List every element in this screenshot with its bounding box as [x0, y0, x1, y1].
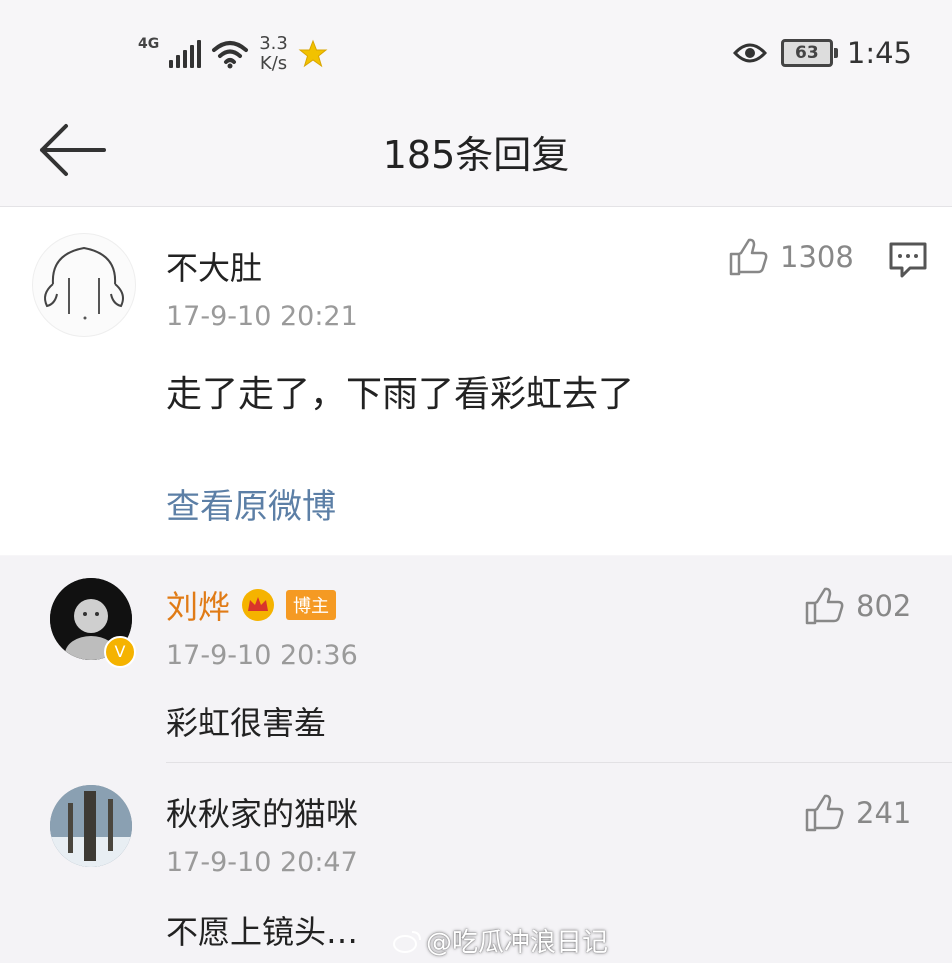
page-title: 185条回复: [382, 133, 570, 177]
speed-value: 3.3: [259, 33, 288, 54]
signal-icon: [169, 40, 202, 68]
speed-unit: K/s: [259, 53, 288, 74]
author-name[interactable]: 刘烨: [166, 582, 230, 628]
main-comment: 不大肚 17-9-10 20:21 走了走了，下雨了看彩虹去了 查看原微博 13…: [0, 207, 952, 555]
author-row: 刘烨 博主: [166, 582, 337, 628]
comment-text: 走了走了，下雨了看彩虹去了: [166, 374, 635, 415]
like-count: 1308: [780, 240, 854, 274]
like-count: 802: [856, 589, 912, 623]
reply-text: 不愿上镜头…: [166, 913, 359, 951]
wifi-icon: [212, 41, 249, 69]
view-original-link[interactable]: 查看原微博: [166, 479, 336, 528]
doodle-avatar-icon: [44, 246, 124, 320]
weibo-logo-icon: [393, 930, 421, 953]
network-speed: 3.3 K/s: [259, 34, 288, 74]
nav-bar: 185条回复: [0, 100, 952, 207]
status-left: 4G 3.3 K/s: [138, 34, 328, 74]
star-badge-icon: [298, 39, 328, 68]
watermark-text: @吃瓜冲浪日记: [426, 928, 609, 958]
thumbs-up-icon: [805, 587, 844, 625]
network-type: 4G: [138, 36, 160, 52]
eye-icon: [732, 43, 767, 63]
like-count: 241: [856, 796, 912, 830]
reply-list: V 刘烨 博主 17-9-10 20:36 彩虹很害羞 802 秋秋家的猫咪 1…: [0, 556, 952, 963]
watermark: @吃瓜冲浪日记: [392, 922, 608, 959]
crown-icon: [242, 589, 275, 621]
status-bar: 4G 3.3 K/s 63 1:45: [0, 0, 952, 100]
reply-text: 彩虹很害羞: [166, 704, 327, 742]
list-item: V 刘烨 博主 17-9-10 20:36 彩虹很害羞 802: [0, 556, 952, 761]
clock: 1:45: [846, 36, 912, 70]
avatar[interactable]: [50, 785, 132, 867]
battery-icon: 63: [780, 39, 838, 67]
status-right: 63 1:45: [732, 36, 912, 70]
tree-photo-icon: [50, 785, 132, 867]
author-name[interactable]: 秋秋家的猫咪: [166, 789, 358, 835]
thumbs-up-icon: [805, 794, 844, 832]
timestamp: 17-9-10 20:21: [166, 301, 358, 332]
timestamp: 17-9-10 20:36: [166, 640, 358, 671]
author-name[interactable]: 不大肚: [166, 243, 262, 289]
like-button[interactable]: 1308: [728, 237, 854, 277]
like-button[interactable]: 802: [804, 586, 911, 626]
avatar[interactable]: [32, 233, 136, 337]
verified-badge-icon: V: [104, 636, 136, 668]
status-badge: 博主: [286, 590, 337, 620]
reply-comment-icon[interactable]: [888, 241, 928, 279]
thumbs-up-icon: [729, 238, 768, 276]
like-button[interactable]: 241: [804, 793, 911, 833]
timestamp: 17-9-10 20:47: [166, 847, 358, 878]
